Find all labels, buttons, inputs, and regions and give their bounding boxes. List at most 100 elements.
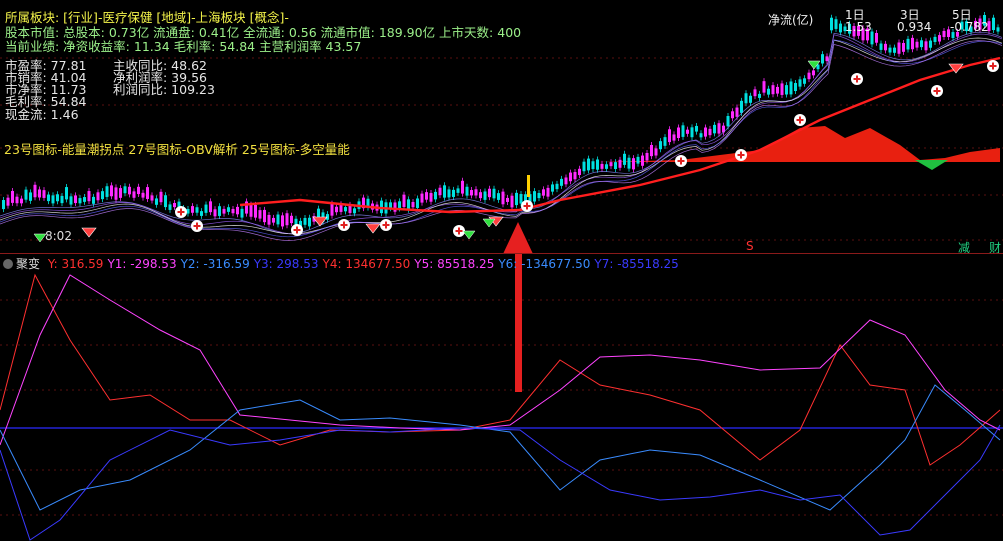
candle [992, 17, 995, 31]
candle [209, 201, 212, 213]
candle [812, 70, 815, 76]
candle [222, 208, 226, 214]
candle [663, 137, 667, 146]
candle [803, 78, 806, 84]
indicator-value-4: Y4: 134677.50 [322, 257, 411, 271]
candle [515, 192, 518, 206]
indicator-value-1: Y1: -298.53 [107, 257, 177, 271]
candle [726, 116, 730, 127]
arrow-head [503, 222, 533, 254]
candle [461, 180, 464, 194]
stat-cashflow: 现金流: 1.46 [5, 107, 79, 122]
candle [146, 187, 149, 199]
candle [596, 159, 599, 170]
indicator-value-3: Y3: 298.53 [253, 257, 319, 271]
candle [281, 215, 284, 227]
candle [33, 184, 37, 198]
indicator-collapse-icon[interactable] [3, 259, 13, 269]
candle [393, 202, 397, 212]
candle [542, 189, 545, 196]
candle [893, 47, 896, 53]
candle [407, 199, 410, 210]
candle [731, 111, 734, 119]
candle [195, 207, 199, 213]
candle [479, 192, 482, 199]
candle [614, 162, 617, 170]
candle [344, 207, 347, 212]
candle [276, 214, 280, 225]
signal-bar [527, 175, 530, 197]
candle [452, 189, 455, 197]
candle [213, 209, 217, 217]
candle [875, 32, 878, 43]
indicator-value-6: Y6: -134677.50 [498, 257, 591, 271]
candle [537, 192, 541, 199]
candle [807, 72, 811, 80]
candle [191, 206, 194, 213]
candle [258, 210, 262, 219]
candle [780, 83, 784, 95]
candle [501, 191, 505, 205]
candle [398, 201, 401, 209]
candle [618, 159, 622, 168]
candle [929, 40, 932, 48]
candle [128, 186, 131, 195]
candle [132, 191, 136, 198]
s-badge: S [746, 239, 754, 253]
candle [155, 198, 158, 205]
candle [434, 191, 437, 200]
candle [600, 163, 604, 169]
indicator-line [0, 424, 1001, 541]
candle [641, 155, 644, 166]
candle [60, 195, 64, 204]
performance-info: 当前业绩: 净资收益率: 11.34 毛利率: 54.84 主营利润率 43.5… [5, 39, 362, 54]
indicator-name[interactable]: 聚变 [16, 257, 40, 271]
candle [263, 209, 266, 223]
candle [303, 217, 307, 225]
net-flow-value-5: -0.782 [950, 20, 989, 34]
candle [83, 197, 86, 202]
candle [38, 189, 41, 198]
candle [573, 172, 577, 180]
gem-marker [81, 227, 97, 238]
candle [335, 206, 338, 213]
capital-info: 股本市值: 总股本: 0.73亿 流通盘: 0.41亿 全流通: 0.56 流通… [5, 25, 522, 40]
gem-marker-green [482, 218, 496, 228]
candle [569, 172, 572, 182]
candle [902, 42, 905, 52]
indicator-legend: 23号图标-能量潮拐点 27号图标-OBV解析 25号图标-多空量能 [4, 142, 350, 157]
candle [92, 196, 95, 204]
candle [164, 195, 167, 208]
candle [425, 192, 428, 200]
candle [798, 79, 802, 87]
candle [20, 198, 23, 204]
candle [735, 107, 739, 117]
candle [101, 191, 104, 200]
candle [794, 83, 797, 91]
candle [6, 197, 10, 206]
ma-main-line [239, 56, 1001, 214]
indicator-value-0: Y: 316.59 [47, 257, 104, 271]
candle [632, 158, 635, 170]
candle [636, 156, 640, 164]
candle [168, 204, 172, 210]
gem-marker-green [462, 230, 476, 240]
arrow-shaft [515, 252, 522, 392]
candle [254, 204, 257, 218]
candle [591, 161, 595, 170]
candle [24, 189, 28, 200]
candle [830, 17, 833, 31]
candle [506, 197, 509, 202]
candle [627, 157, 631, 169]
sector-info: 所属板块: [行业]-医疗保健 [地域]-上海板块 [概念]- [5, 10, 289, 25]
candle [119, 188, 122, 198]
candle [605, 164, 608, 169]
candle [290, 215, 293, 224]
candle [519, 194, 523, 204]
indicator-line [0, 384, 1001, 511]
candle [996, 27, 1000, 32]
candle [911, 37, 914, 50]
candle [564, 177, 568, 185]
candle [645, 152, 649, 161]
candle [884, 43, 887, 51]
